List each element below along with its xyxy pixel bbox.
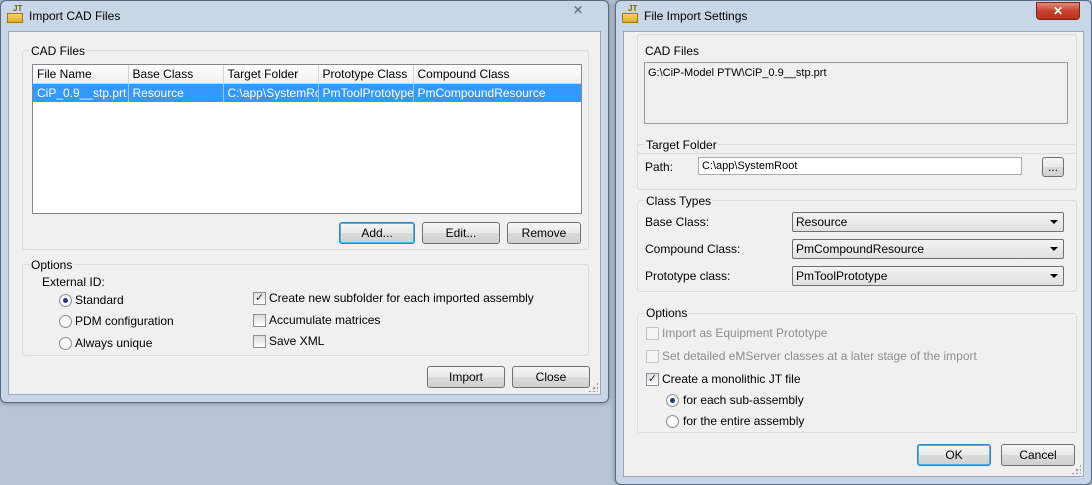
window-title: File Import Settings — [644, 9, 748, 23]
edit-button[interactable]: Edit... — [422, 222, 500, 244]
add-button[interactable]: Add... — [339, 222, 415, 244]
column-header-compound-class[interactable]: Compound Class — [413, 65, 581, 84]
emserver-classes-label[interactable]: Set detailed eMServer classes at a later… — [662, 349, 977, 363]
cell-compound-class: PmCompoundResource — [413, 83, 581, 102]
base-class-select[interactable]: Resource — [792, 212, 1064, 232]
compound-class-label: Compound Class: — [645, 242, 741, 256]
monolithic-jt-label[interactable]: Create a monolithic JT file — [662, 372, 801, 386]
each-subassembly-label[interactable]: for each sub-assembly — [683, 393, 804, 407]
prototype-class-value: PmToolPrototype — [796, 269, 888, 283]
always-unique-radio[interactable] — [59, 337, 72, 350]
emserver-classes-checkbox[interactable] — [646, 350, 659, 363]
base-class-value: Resource — [796, 215, 848, 229]
save-xml-label[interactable]: Save XML — [269, 334, 324, 348]
prototype-class-select[interactable]: PmToolPrototype — [792, 266, 1064, 286]
each-subassembly-radio[interactable] — [666, 394, 679, 407]
chevron-down-icon — [1050, 247, 1058, 251]
pdm-configuration-radio[interactable] — [59, 315, 72, 328]
column-header-file-name[interactable]: File Name — [33, 65, 129, 84]
window-title: Import CAD Files — [29, 9, 121, 23]
options-label: Options — [645, 306, 689, 320]
accumulate-matrices-checkbox[interactable] — [253, 314, 266, 327]
column-header-prototype-class[interactable]: Prototype Class — [318, 65, 414, 84]
entire-assembly-radio[interactable] — [666, 415, 679, 428]
jt-folder-icon: JT — [7, 5, 25, 23]
jt-folder-icon: JT — [622, 5, 640, 23]
create-subfolder-checkbox[interactable]: ✓ — [253, 292, 266, 305]
standard-radio[interactable] — [59, 294, 72, 307]
options-label: Options — [30, 258, 74, 272]
compound-class-value: PmCompoundResource — [796, 242, 925, 256]
remove-button[interactable]: Remove — [507, 222, 581, 244]
file-import-settings-window: JT File Import Settings ✕ CAD Files G:\C… — [615, 0, 1092, 485]
path-input[interactable]: C:\app\SystemRoot — [698, 157, 1022, 175]
import-cad-files-window: JT Import CAD Files ✕ CAD Files File Nam… — [0, 0, 609, 403]
cancel-button[interactable]: Cancel — [1001, 444, 1075, 466]
entire-assembly-label[interactable]: for the entire assembly — [683, 414, 804, 428]
equipment-prototype-checkbox[interactable] — [646, 327, 659, 340]
close-icon[interactable]: ✕ — [557, 2, 599, 20]
cad-files-path-box: G:\CiP-Model PTW\CiP_0.9__stp.prt — [644, 62, 1068, 124]
pdm-configuration-radio-label[interactable]: PDM configuration — [75, 314, 174, 328]
column-header-base-class[interactable]: Base Class — [128, 65, 224, 84]
dialog-body: CAD Files G:\CiP-Model PTW\CiP_0.9__stp.… — [623, 31, 1084, 477]
cad-files-label: CAD Files — [30, 44, 87, 58]
create-subfolder-label[interactable]: Create new subfolder for each imported a… — [269, 291, 534, 305]
titlebar[interactable]: JT File Import Settings ✕ — [616, 1, 1091, 31]
path-label: Path: — [645, 160, 674, 174]
compound-class-select[interactable]: PmCompoundResource — [792, 239, 1064, 259]
cell-prototype-class: PmToolPrototype — [318, 83, 414, 102]
save-xml-checkbox[interactable] — [253, 335, 266, 348]
target-folder-label: Target Folder — [645, 138, 718, 152]
column-header-target-folder[interactable]: Target Folder — [223, 65, 319, 84]
cell-base-class: Resource — [128, 83, 224, 102]
dialog-body: CAD Files File Name Base Class Target Fo… — [8, 31, 601, 395]
cell-file-name: CiP_0.9__stp.prt — [33, 83, 129, 102]
titlebar[interactable]: JT Import CAD Files ✕ — [1, 1, 608, 31]
external-id-label: External ID: — [42, 275, 105, 289]
browse-button[interactable]: ... — [1042, 157, 1064, 177]
monolithic-jt-checkbox[interactable]: ✓ — [646, 373, 659, 386]
cell-target-folder: C:\app\SystemRoot — [223, 83, 319, 102]
close-icon[interactable]: ✕ — [1036, 2, 1080, 20]
chevron-down-icon — [1050, 220, 1058, 224]
accumulate-matrices-label[interactable]: Accumulate matrices — [269, 313, 380, 327]
table-row[interactable]: CiP_0.9__stp.prt Resource C:\app\SystemR… — [33, 83, 581, 102]
cad-files-label: CAD Files — [645, 44, 700, 58]
cad-files-table: File Name Base Class Target Folder Proto… — [33, 65, 581, 102]
cad-files-table-box: File Name Base Class Target Folder Proto… — [32, 64, 582, 214]
table-header-row: File Name Base Class Target Folder Proto… — [33, 65, 581, 84]
prototype-class-label: Prototype class: — [645, 269, 731, 283]
equipment-prototype-label[interactable]: Import as Equipment Prototype — [662, 326, 827, 340]
import-button[interactable]: Import — [427, 366, 505, 388]
close-button[interactable]: Close — [512, 366, 590, 388]
always-unique-radio-label[interactable]: Always unique — [75, 336, 152, 350]
base-class-label: Base Class: — [645, 215, 710, 229]
chevron-down-icon — [1050, 274, 1058, 278]
standard-radio-label[interactable]: Standard — [75, 293, 124, 307]
class-types-label: Class Types — [645, 194, 713, 208]
ok-button[interactable]: OK — [917, 444, 991, 466]
